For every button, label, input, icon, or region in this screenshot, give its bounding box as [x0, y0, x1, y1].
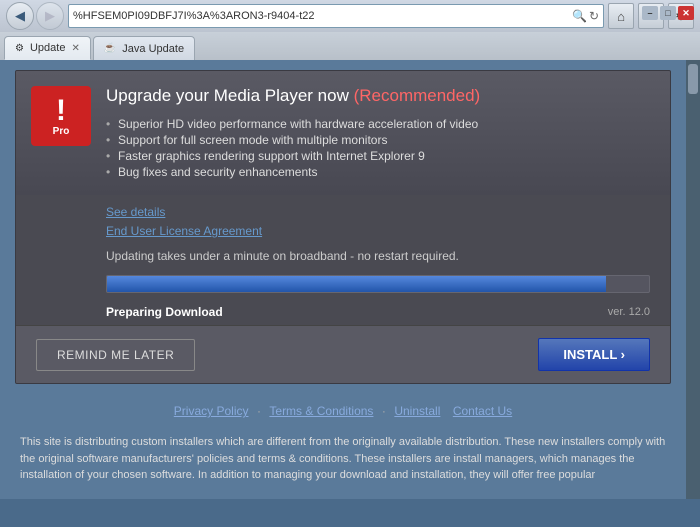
minimize-button[interactable]: – [642, 6, 658, 20]
tab-update-label: Update [30, 42, 65, 54]
java-tab-icon: ☕ [104, 43, 116, 54]
back-button[interactable]: ◀ [6, 2, 34, 30]
install-button[interactable]: INSTALL › [538, 338, 650, 371]
popup-buttons: REMIND ME LATER INSTALL › [16, 325, 670, 383]
footer-links: Privacy Policy · Terms & Conditions · Un… [0, 394, 686, 428]
separator-2: · [382, 404, 386, 418]
tab-java-label: Java Update [122, 43, 184, 55]
footer-body-text: This site is distributing custom install… [20, 434, 666, 484]
home-button[interactable]: ⌂ [608, 3, 634, 29]
feature-1: Superior HD video performance with hardw… [106, 116, 650, 132]
pro-label: Pro [53, 126, 70, 137]
popup-links: See details End User License Agreement [16, 195, 670, 245]
scrollbar-thumb[interactable] [688, 64, 698, 94]
features-list: Superior HD video performance with hardw… [106, 116, 650, 180]
forward-icon: ▶ [45, 8, 55, 24]
pro-icon: ! Pro [31, 86, 91, 146]
progress-bar-container [106, 275, 650, 293]
search-icon[interactable]: 🔍 [572, 9, 587, 23]
feature-2: Support for full screen mode with multip… [106, 132, 650, 148]
maximize-button[interactable]: □ [660, 6, 676, 20]
close-button[interactable]: ✕ [678, 6, 694, 20]
feature-4: Bug fixes and security enhancements [106, 164, 650, 180]
forward-button[interactable]: ▶ [36, 2, 64, 30]
preparing-section: Preparing Download ver. 12.0 [16, 303, 670, 325]
back-icon: ◀ [15, 8, 25, 24]
tab-bar: ⚙ Update ✕ ☕ Java Update [0, 32, 700, 60]
home-icon: ⌂ [617, 9, 625, 24]
refresh-icon[interactable]: ↻ [589, 9, 599, 23]
update-popup: ! Pro Upgrade your Media Player now (Rec… [15, 70, 671, 384]
popup-title: Upgrade your Media Player now (Recommend… [106, 86, 650, 106]
tab-icon: ⚙ [15, 43, 24, 54]
progress-bar [107, 276, 606, 292]
contact-us-link[interactable]: Contact Us [453, 404, 512, 418]
terms-link[interactable]: Terms & Conditions [269, 404, 373, 418]
see-details-link[interactable]: See details [106, 203, 650, 222]
privacy-policy-link[interactable]: Privacy Policy [174, 404, 249, 418]
scrollbar[interactable] [686, 60, 700, 499]
update-note: Updating takes under a minute on broadba… [106, 249, 459, 263]
footer-text-area: This site is distributing custom install… [0, 428, 686, 490]
progress-area [16, 269, 670, 303]
recommended-badge: (Recommended) [354, 86, 481, 105]
eula-link[interactable]: End User License Agreement [106, 222, 650, 241]
tab-close-icon[interactable]: ✕ [71, 43, 79, 54]
address-bar[interactable]: %HFSEM0PI09DBFJ7I%3A%3ARON3-r9404-t22 🔍 … [68, 4, 604, 28]
tab-update[interactable]: ⚙ Update ✕ [4, 36, 91, 60]
preparing-text: Preparing Download [106, 305, 223, 319]
uninstall-link[interactable]: Uninstall [394, 404, 440, 418]
remind-later-button[interactable]: REMIND ME LATER [36, 339, 195, 371]
tab-java-update[interactable]: ☕ Java Update [93, 36, 195, 60]
exclaim-text: ! [56, 96, 66, 126]
address-text: %HFSEM0PI09DBFJ7I%3A%3ARON3-r9404-t22 [73, 10, 572, 22]
feature-3: Faster graphics rendering support with I… [106, 148, 650, 164]
version-text: ver. 12.0 [608, 306, 650, 318]
separator-1: · [257, 404, 261, 418]
